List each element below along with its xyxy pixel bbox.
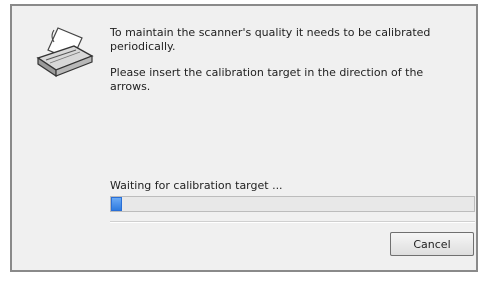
- cancel-button[interactable]: Cancel: [390, 232, 474, 256]
- insert-target-instruction: Please insert the calibration target in …: [110, 66, 424, 93]
- message-text: To maintain the scanner's quality it nee…: [110, 26, 460, 106]
- status-label: Waiting for calibration target ...: [110, 179, 283, 192]
- calibration-dialog: To maintain the scanner's quality it nee…: [10, 4, 478, 272]
- progress-fill: [111, 197, 122, 211]
- scanner-icon: [32, 24, 98, 82]
- separator: [110, 221, 475, 223]
- calibration-message: To maintain the scanner's quality it nee…: [110, 26, 431, 53]
- progress-bar: [110, 196, 475, 212]
